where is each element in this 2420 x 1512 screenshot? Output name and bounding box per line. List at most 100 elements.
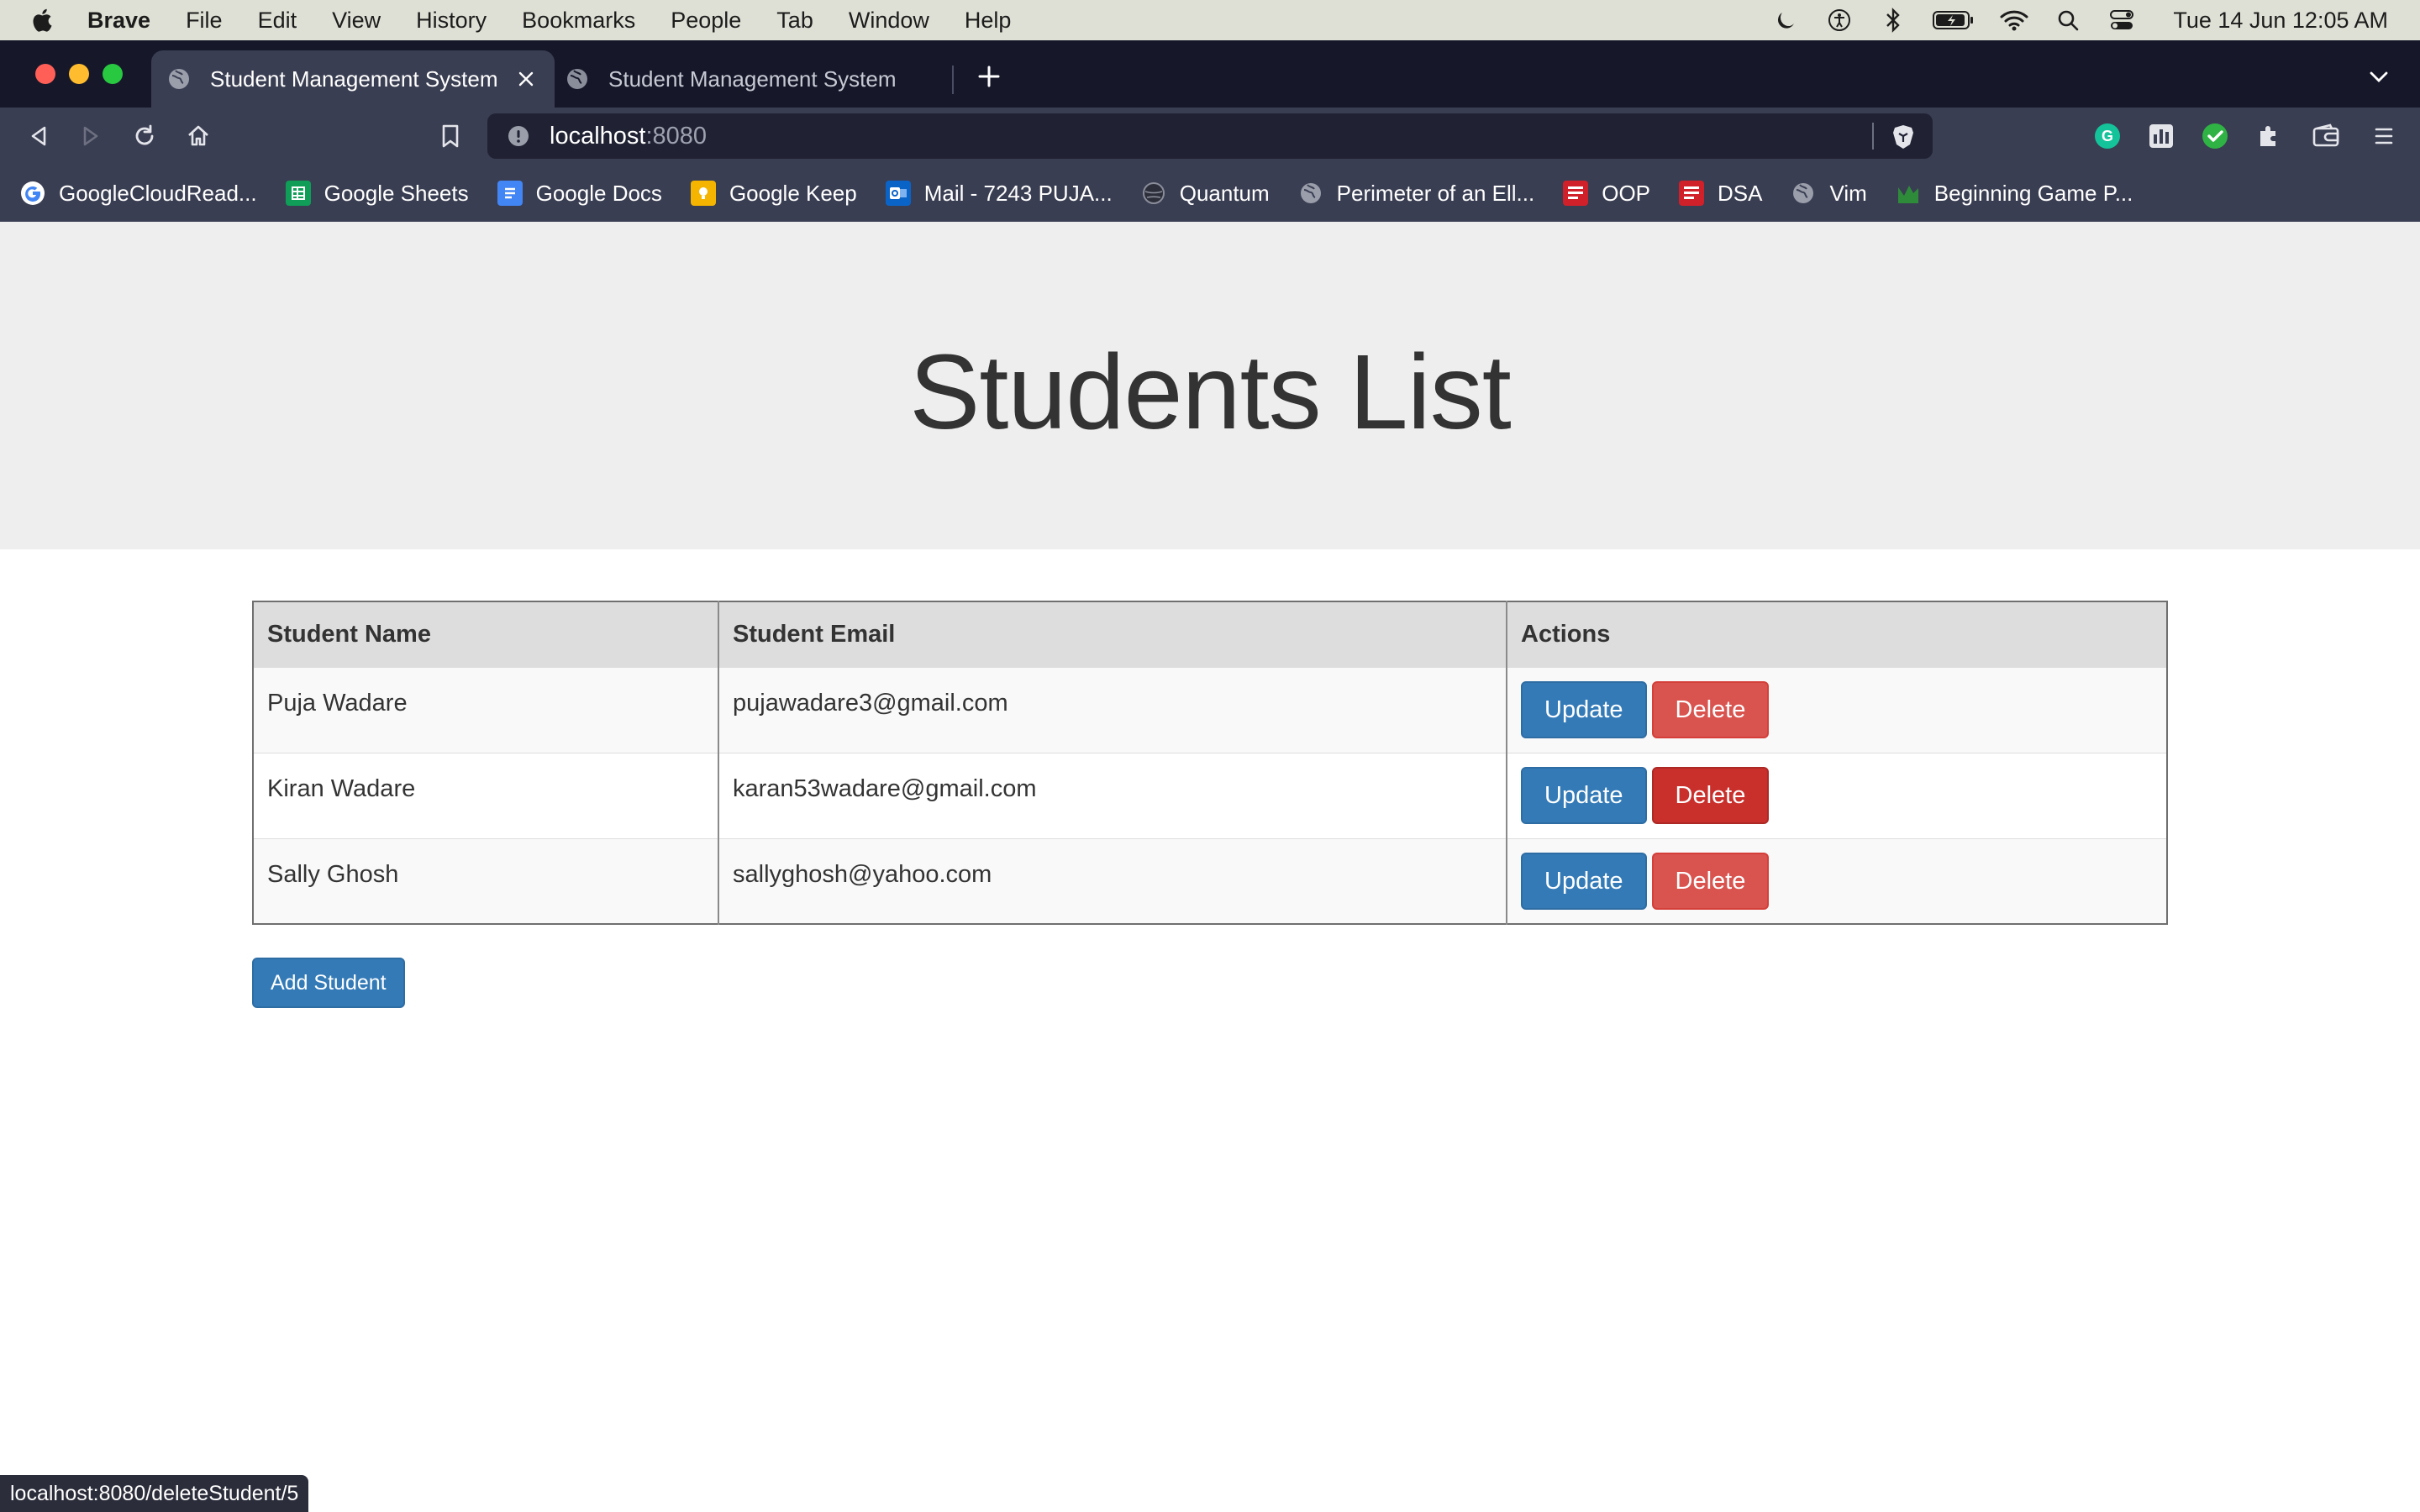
- new-tab-plus-icon[interactable]: [973, 60, 1005, 92]
- bookmark-google-sheets[interactable]: Google Sheets: [285, 181, 469, 207]
- page-title: Students List: [909, 332, 1511, 451]
- bookmark-oop[interactable]: OOP: [1563, 181, 1650, 207]
- address-url: localhost:8080: [550, 123, 707, 150]
- wifi-icon[interactable]: [2000, 6, 2028, 34]
- bookmark-quantum[interactable]: Quantum: [1141, 181, 1270, 207]
- moon-icon[interactable]: [1771, 6, 1800, 34]
- tab-title: Student Management System: [608, 66, 897, 92]
- mcgraw-icon: [1563, 181, 1589, 206]
- tab-separator: [952, 66, 954, 94]
- link-status-bar: localhost:8080/deleteStudent/5: [0, 1475, 309, 1512]
- menubar-status-area: Tue 14 Jun 12:05 AM: [1771, 0, 2388, 40]
- student-email-cell: sallyghosh@yahoo.com: [718, 837, 1507, 924]
- site-info-icon[interactable]: [506, 123, 531, 149]
- url-host: localhost: [550, 122, 646, 150]
- forward-arrow-icon[interactable]: [74, 119, 108, 153]
- update-button[interactable]: Update: [1521, 680, 1647, 738]
- table-row: Kiran Wadare karan53wadare@gmail.com Upd…: [253, 752, 2167, 838]
- docs-icon: [497, 181, 523, 206]
- menu-view[interactable]: View: [332, 8, 381, 34]
- tab-search-chevron-down-icon[interactable]: [2365, 62, 2393, 91]
- battery-icon[interactable]: [1933, 6, 1975, 34]
- globe-icon: [565, 66, 590, 92]
- menu-edit[interactable]: Edit: [258, 8, 297, 34]
- bookmark-beginning-game[interactable]: Beginning Game P...: [1896, 181, 2133, 207]
- control-center-icon[interactable]: [2107, 6, 2136, 34]
- window-minimize-button[interactable]: [69, 64, 89, 84]
- address-bar[interactable]: localhost:8080: [487, 113, 1933, 159]
- student-email-cell: karan53wadare@gmail.com: [718, 752, 1507, 838]
- actions-cell: Update Delete: [1507, 666, 2167, 753]
- bookmark-label: Google Docs: [535, 180, 662, 206]
- student-name-cell: Kiran Wadare: [253, 752, 719, 838]
- bookmark-perimeter-ellipse[interactable]: Perimeter of an Ell...: [1298, 180, 1535, 207]
- tab-student-management-active[interactable]: Student Management System: [151, 50, 555, 108]
- bookmark-label: Mail - 7243 PUJA...: [923, 180, 1113, 206]
- menubar-clock[interactable]: Tue 14 Jun 12:05 AM: [2173, 8, 2388, 34]
- tab-close-icon[interactable]: [513, 66, 539, 92]
- update-button[interactable]: Update: [1521, 766, 1647, 824]
- globe-icon: [1298, 181, 1323, 206]
- menu-app-name[interactable]: Brave: [87, 8, 150, 34]
- back-arrow-icon[interactable]: [22, 119, 55, 153]
- reload-icon[interactable]: [128, 119, 161, 153]
- students-table-container: Student Name Student Email Actions Puja …: [252, 601, 2168, 925]
- home-icon[interactable]: [182, 119, 215, 153]
- menu-file[interactable]: File: [186, 8, 223, 34]
- update-button[interactable]: Update: [1521, 852, 1647, 910]
- wallet-icon[interactable]: [2309, 119, 2343, 153]
- macos-menu-bar: Brave File Edit View History Bookmarks P…: [0, 0, 2420, 40]
- menu-history[interactable]: History: [416, 8, 487, 34]
- bookmark-googlecloudread[interactable]: GoogleCloudRead...: [20, 181, 257, 207]
- outlook-icon: [885, 181, 911, 206]
- accessibility-icon[interactable]: [1825, 6, 1854, 34]
- page-header-jumbotron: Students List: [0, 222, 2420, 549]
- omnibox-divider: [1872, 123, 1874, 150]
- browser-toolbar: localhost:8080 G: [0, 108, 2420, 165]
- column-header-student-name: Student Name: [253, 601, 719, 667]
- globe-icon: [1141, 181, 1166, 206]
- spotlight-search-icon[interactable]: [2054, 6, 2082, 34]
- bookmark-label: GoogleCloudRead...: [59, 180, 257, 206]
- bookmark-label: OOP: [1602, 180, 1651, 206]
- checkmark-extension-icon[interactable]: [2198, 119, 2232, 153]
- column-header-actions: Actions: [1507, 601, 2167, 667]
- menu-help[interactable]: Help: [965, 8, 1012, 34]
- grammarly-icon[interactable]: G: [2091, 119, 2124, 153]
- window-zoom-button[interactable]: [103, 64, 123, 84]
- menu-bookmarks[interactable]: Bookmarks: [522, 8, 635, 34]
- delete-button[interactable]: Delete: [1651, 766, 1770, 824]
- bluetooth-icon[interactable]: [1879, 6, 1907, 34]
- bookmark-google-docs[interactable]: Google Docs: [497, 181, 662, 207]
- delete-button[interactable]: Delete: [1651, 680, 1770, 738]
- apple-logo-icon[interactable]: [0, 7, 87, 34]
- globe-icon: [1791, 181, 1816, 206]
- bookmark-vim[interactable]: Vim: [1791, 181, 1867, 207]
- bookmark-icon[interactable]: [434, 119, 467, 153]
- bookmark-dsa[interactable]: DSA: [1679, 181, 1762, 207]
- extensions-puzzle-icon[interactable]: [2252, 119, 2286, 153]
- student-name-cell: Sally Ghosh: [253, 837, 719, 924]
- menu-window[interactable]: Window: [849, 8, 929, 34]
- bookmark-label: Beginning Game P...: [1933, 180, 2133, 206]
- window-close-button[interactable]: [35, 64, 55, 84]
- bookmark-label: Perimeter of an Ell...: [1336, 180, 1535, 206]
- bookmarks-bar: GoogleCloudRead... Google Sheets Google …: [0, 165, 2420, 222]
- add-student-button[interactable]: Add Student: [252, 958, 405, 1008]
- stats-extension-icon[interactable]: [2144, 119, 2178, 153]
- tab-title: Student Management System: [210, 66, 498, 92]
- column-header-student-email: Student Email: [718, 601, 1507, 667]
- hamburger-menu-icon[interactable]: [2366, 119, 2400, 153]
- bookmark-mail[interactable]: Mail - 7243 PUJA...: [885, 180, 1113, 207]
- menu-people[interactable]: People: [671, 8, 741, 34]
- bookmark-label: Google Keep: [729, 180, 857, 206]
- bookmark-google-keep[interactable]: Google Keep: [690, 180, 857, 207]
- brave-shields-icon[interactable]: [1889, 123, 1918, 151]
- browser-tab-strip: Student Management System Student Manage…: [0, 40, 2420, 108]
- delete-button[interactable]: Delete: [1651, 852, 1770, 910]
- table-row: Puja Wadare pujawadare3@gmail.com Update…: [253, 666, 2167, 753]
- menu-tab[interactable]: Tab: [776, 8, 813, 34]
- actions-cell: Update Delete: [1507, 837, 2167, 924]
- student-name-cell: Puja Wadare: [253, 666, 719, 753]
- tab-student-management-inactive[interactable]: Student Management System: [556, 50, 951, 108]
